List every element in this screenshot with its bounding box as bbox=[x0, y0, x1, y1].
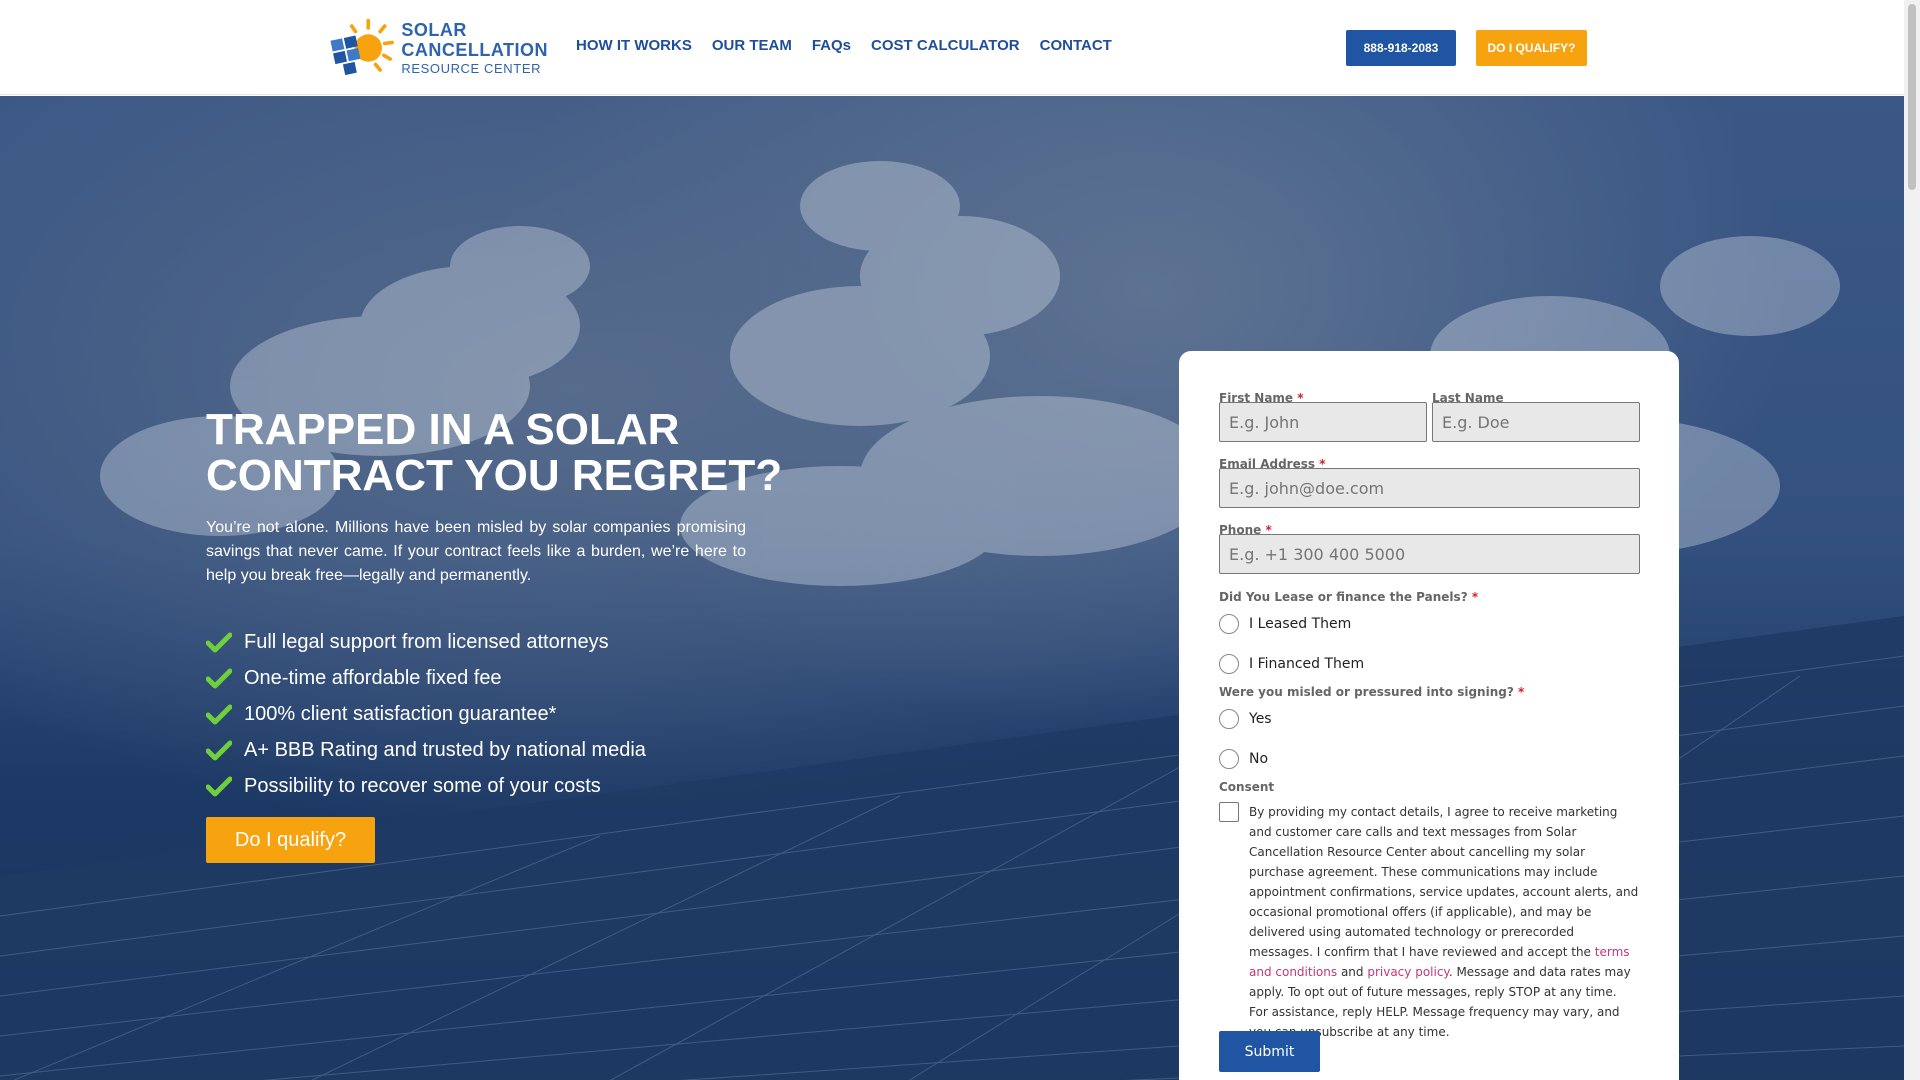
feature-text: Possibility to recover some of your cost… bbox=[244, 774, 601, 797]
feature-item: Full legal support from licensed attorne… bbox=[206, 624, 646, 660]
radio-button[interactable] bbox=[1219, 749, 1239, 769]
site-header: SOLAR CANCELLATION RESOURCE CENTER HOW I… bbox=[0, 0, 1904, 95]
consent-and: and bbox=[1337, 965, 1368, 979]
hero-title-line-1: TRAPPED IN A SOLAR bbox=[206, 405, 680, 454]
nav-contact[interactable]: CONTACT bbox=[1040, 37, 1112, 54]
feature-list: Full legal support from licensed attorne… bbox=[206, 624, 646, 804]
lead-form-card: First Name * Last Name Email Address * P… bbox=[1179, 351, 1679, 1080]
hero-title: TRAPPED IN A SOLAR CONTRACT YOU REGRET? bbox=[206, 407, 806, 499]
required-marker: * bbox=[1517, 685, 1525, 699]
radio-option-leased[interactable]: I Leased Them bbox=[1219, 614, 1351, 634]
consent-text: By providing my contact details, I agree… bbox=[1249, 802, 1639, 1042]
radio-label: Yes bbox=[1249, 711, 1272, 727]
first-name-input[interactable] bbox=[1219, 402, 1427, 442]
radio-option-no[interactable]: No bbox=[1219, 749, 1268, 769]
radio-button[interactable] bbox=[1219, 709, 1239, 729]
radio-button[interactable] bbox=[1219, 614, 1239, 634]
logo-line-2: CANCELLATION bbox=[401, 40, 548, 60]
radio-option-yes[interactable]: Yes bbox=[1219, 709, 1272, 729]
site-logo[interactable]: SOLAR CANCELLATION RESOURCE CENTER bbox=[328, 14, 548, 82]
consent-label: Consent bbox=[1219, 780, 1275, 794]
feature-item: Possibility to recover some of your cost… bbox=[206, 768, 646, 804]
misled-question-label: Were you misled or pressured into signin… bbox=[1219, 685, 1524, 699]
radio-label: I Leased Them bbox=[1249, 616, 1352, 632]
sun-panel-logo-icon bbox=[330, 18, 394, 76]
feature-text: A+ BBB Rating and trusted by national me… bbox=[244, 738, 646, 761]
last-name-input[interactable] bbox=[1432, 402, 1640, 442]
radio-option-financed[interactable]: I Financed Them bbox=[1219, 654, 1364, 674]
qualify-header-button[interactable]: DO I QUALIFY? bbox=[1476, 30, 1587, 66]
phone-button[interactable]: 888-918-2083 bbox=[1346, 30, 1456, 66]
hero-title-line-2: CONTRACT YOU REGRET? bbox=[206, 451, 783, 500]
logo-line-1: SOLAR bbox=[401, 20, 467, 40]
lease-question-text: Did You Lease or finance the Panels? bbox=[1219, 590, 1468, 604]
hero-description: You’re not alone. Millions have been mis… bbox=[206, 519, 746, 584]
misled-question-text: Were you misled or pressured into signin… bbox=[1219, 685, 1514, 699]
hero-section: TRAPPED IN A SOLAR CONTRACT YOU REGRET? … bbox=[0, 96, 1904, 1080]
radio-label: I Financed Them bbox=[1249, 656, 1365, 672]
checkmark-icon bbox=[206, 704, 232, 725]
nav-faqs[interactable]: FAQs bbox=[812, 37, 851, 54]
checkmark-icon bbox=[206, 632, 232, 653]
feature-text: 100% client satisfaction guarantee* bbox=[244, 702, 557, 725]
logo-line-3: RESOURCE CENTER bbox=[401, 61, 542, 76]
nav-cost-calculator[interactable]: COST CALCULATOR bbox=[871, 37, 1020, 54]
feature-text: One-time affordable fixed fee bbox=[244, 666, 502, 689]
consent-text-before: By providing my contact details, I agree… bbox=[1249, 805, 1639, 959]
radio-label: No bbox=[1249, 751, 1269, 767]
page-scrollbar[interactable] bbox=[1904, 0, 1920, 1080]
scrollbar-thumb[interactable] bbox=[1908, 4, 1916, 190]
lease-question-label: Did You Lease or finance the Panels? * bbox=[1219, 590, 1478, 604]
checkmark-icon bbox=[206, 740, 232, 761]
nav-our-team[interactable]: OUR TEAM bbox=[712, 37, 792, 54]
qualify-hero-button[interactable]: Do I qualify? bbox=[206, 817, 375, 863]
feature-item: One-time affordable fixed fee bbox=[206, 660, 646, 696]
logo-text: SOLAR CANCELLATION RESOURCE CENTER bbox=[401, 21, 548, 75]
consent-checkbox[interactable] bbox=[1219, 802, 1239, 822]
submit-button[interactable]: Submit bbox=[1219, 1031, 1320, 1072]
radio-button[interactable] bbox=[1219, 654, 1239, 674]
feature-item: 100% client satisfaction guarantee* bbox=[206, 696, 646, 732]
email-input[interactable] bbox=[1219, 468, 1640, 508]
nav-how-it-works[interactable]: HOW IT WORKS bbox=[576, 37, 692, 54]
checkmark-icon bbox=[206, 776, 232, 797]
feature-item: A+ BBB Rating and trusted by national me… bbox=[206, 732, 646, 768]
privacy-link[interactable]: privacy policy bbox=[1367, 965, 1448, 979]
main-nav: HOW IT WORKS OUR TEAM FAQs COST CALCULAT… bbox=[576, 37, 1132, 54]
feature-text: Full legal support from licensed attorne… bbox=[244, 630, 609, 653]
required-marker: * bbox=[1471, 590, 1479, 604]
phone-input[interactable] bbox=[1219, 534, 1640, 574]
checkmark-icon bbox=[206, 668, 232, 689]
